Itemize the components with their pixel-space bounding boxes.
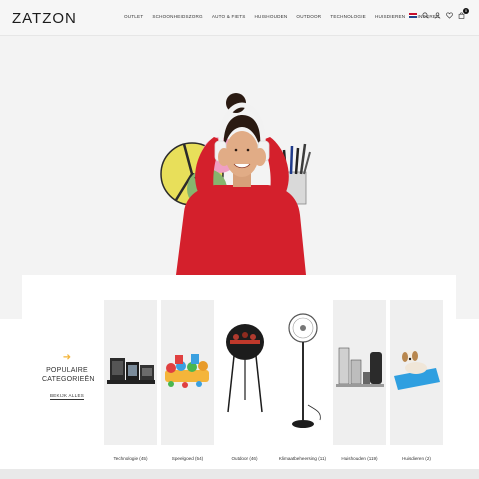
nav-item-schoonheidszorg[interactable]: SCHOONHEIDSZORG [152,14,202,19]
hero-banner[interactable] [0,37,479,275]
site-logo[interactable]: ZATZON [12,10,77,27]
cart-count-badge: 0 [463,8,469,14]
page-bottom-strip [0,469,479,479]
arrow-right-icon: ➜ [62,352,72,363]
category-card-technologie[interactable] [104,300,157,445]
category-label-huisdieren[interactable]: Huisdieren (2) [390,456,443,461]
nav-item-huisdieren[interactable]: HUISDIEREN [375,14,405,19]
category-card-klimaatbeheersing[interactable] [276,300,329,445]
nav-item-technologie[interactable]: TECHNOLOGIE [330,14,366,19]
standing-fan-image [288,313,321,428]
kitchen-appliances-image [336,347,384,387]
cart-button[interactable]: 0 [458,8,469,19]
view-all-link[interactable]: BEKIJK ALLES [49,393,85,400]
category-label-klimaatbeheersing[interactable]: Klimaatbeheersing (11) [276,456,329,461]
search-icon[interactable] [422,12,429,19]
category-card-speelgoed[interactable] [161,300,214,445]
header-icons: 0 [409,8,469,19]
categories-title-line2: CATEGORIEËN [42,376,95,383]
category-label-speelgoed[interactable]: Speelgoed (54) [161,456,214,461]
category-card-huisdieren[interactable] [390,300,443,445]
categories-title-line1: POPULAIRE [46,367,88,374]
nav-item-huishouden[interactable]: HUISHOUDEN [255,14,288,19]
wishlist-heart-icon[interactable] [446,12,453,19]
dog-on-mat-image [394,350,440,390]
main-nav: OUTLET SCHOONHEIDSZORG AUTO & FIETS HUIS… [124,14,449,19]
account-icon[interactable] [434,12,441,19]
category-label-huishouden[interactable]: Huishouden (119) [333,456,386,461]
nav-item-outlet[interactable]: OUTLET [124,14,143,19]
categories-intro: ➜ POPULAIRE CATEGORIEËN BEKIJK ALLES [42,352,95,402]
site-header: ZATZON OUTLET SCHOONHEIDSZORG AUTO & FIE… [0,0,479,36]
hero-image [160,93,311,275]
bbq-grill-image [226,324,264,413]
electronics-image [107,358,155,384]
language-flag-icon[interactable] [409,13,417,18]
nav-item-auto-fiets[interactable]: AUTO & FIETS [212,14,246,19]
category-card-huishouden[interactable] [333,300,386,445]
toys-image [165,354,209,388]
category-label-technologie[interactable]: Technologie (45) [104,456,157,461]
nav-item-outdoor[interactable]: OUTDOOR [296,14,321,19]
category-card-outdoor[interactable] [218,300,271,445]
category-label-outdoor[interactable]: Outdoor (46) [218,456,271,461]
